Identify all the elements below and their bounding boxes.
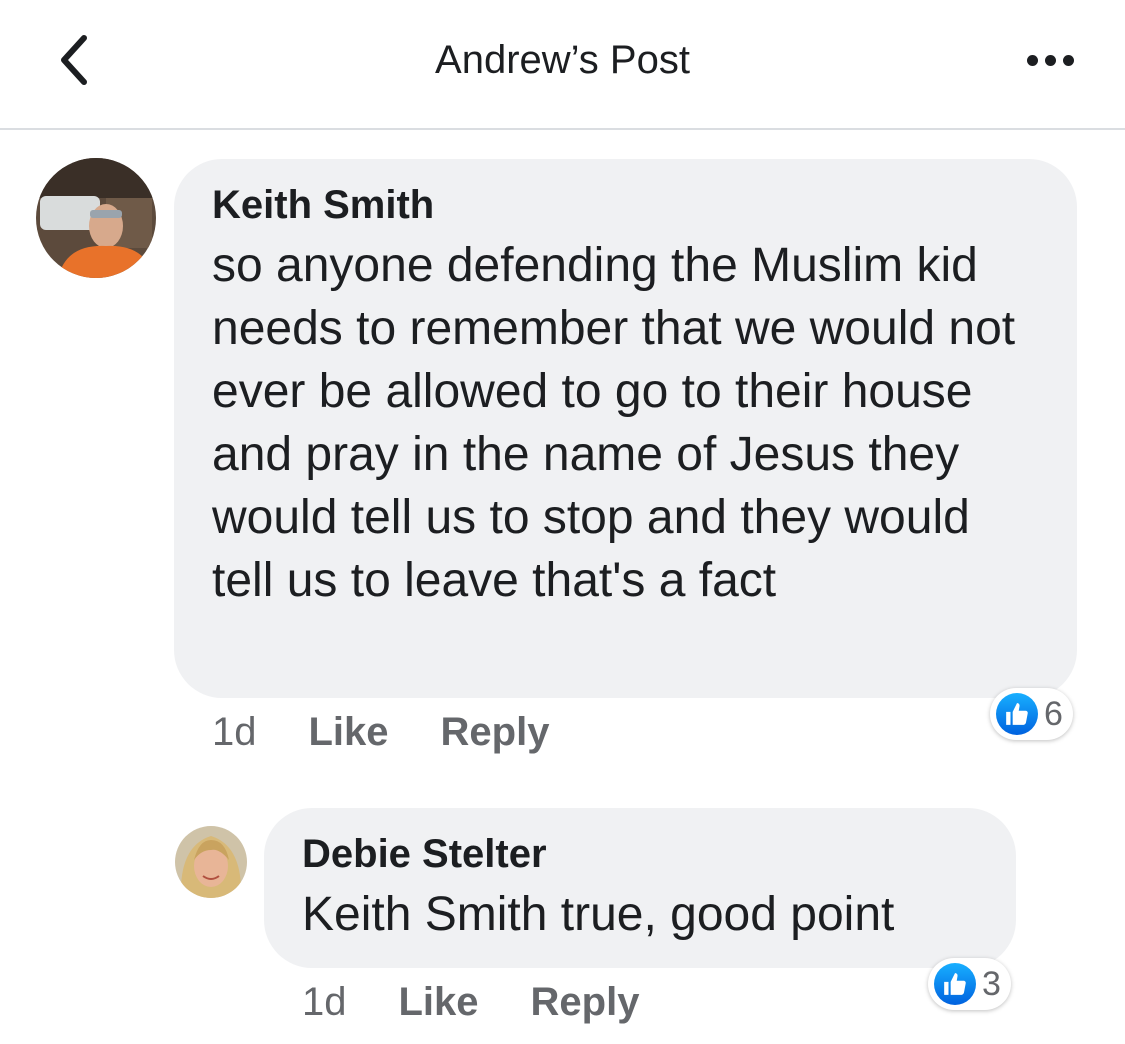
more-dot xyxy=(1044,54,1056,66)
comment-author[interactable]: Keith Smith xyxy=(212,183,1041,228)
comment-text: so anyone defending the Muslim kid needs… xyxy=(212,239,1016,607)
comment-text: Keith Smith true, good point xyxy=(302,888,895,941)
more-options-button[interactable] xyxy=(1015,40,1085,80)
reaction-summary[interactable]: 6 xyxy=(990,688,1073,740)
comment-timestamp[interactable]: 1d xyxy=(302,980,347,1025)
like-icon xyxy=(934,963,976,1005)
avatar-photo xyxy=(36,158,156,278)
comment-author[interactable]: Debie Stelter xyxy=(302,832,980,877)
post-header: Andrew’s Post xyxy=(0,0,1125,130)
avatar-keith-smith[interactable] xyxy=(36,158,156,278)
reaction-count: 6 xyxy=(1044,694,1063,733)
like-button[interactable]: Like xyxy=(399,980,479,1025)
page-title: Andrew’s Post xyxy=(435,38,690,82)
reply-button[interactable]: Reply xyxy=(441,710,550,755)
comment-bubble[interactable]: Debie Stelter Keith Smith true, good poi… xyxy=(264,808,1016,968)
comment-bubble[interactable]: Keith Smith so anyone defending the Musl… xyxy=(174,159,1077,698)
comment-actions: 1d Like Reply xyxy=(212,710,549,755)
like-button[interactable]: Like xyxy=(309,710,389,755)
reaction-count: 3 xyxy=(982,964,1001,1003)
comment-actions: 1d Like Reply xyxy=(302,980,639,1025)
avatar-photo xyxy=(175,826,247,898)
like-icon xyxy=(996,693,1038,735)
more-horizontal-icon xyxy=(1026,54,1038,66)
comment-timestamp[interactable]: 1d xyxy=(212,710,257,755)
more-dot xyxy=(1062,54,1074,66)
reply-button[interactable]: Reply xyxy=(531,980,640,1025)
reaction-summary[interactable]: 3 xyxy=(928,958,1011,1010)
avatar-debie-stelter[interactable] xyxy=(175,826,247,898)
